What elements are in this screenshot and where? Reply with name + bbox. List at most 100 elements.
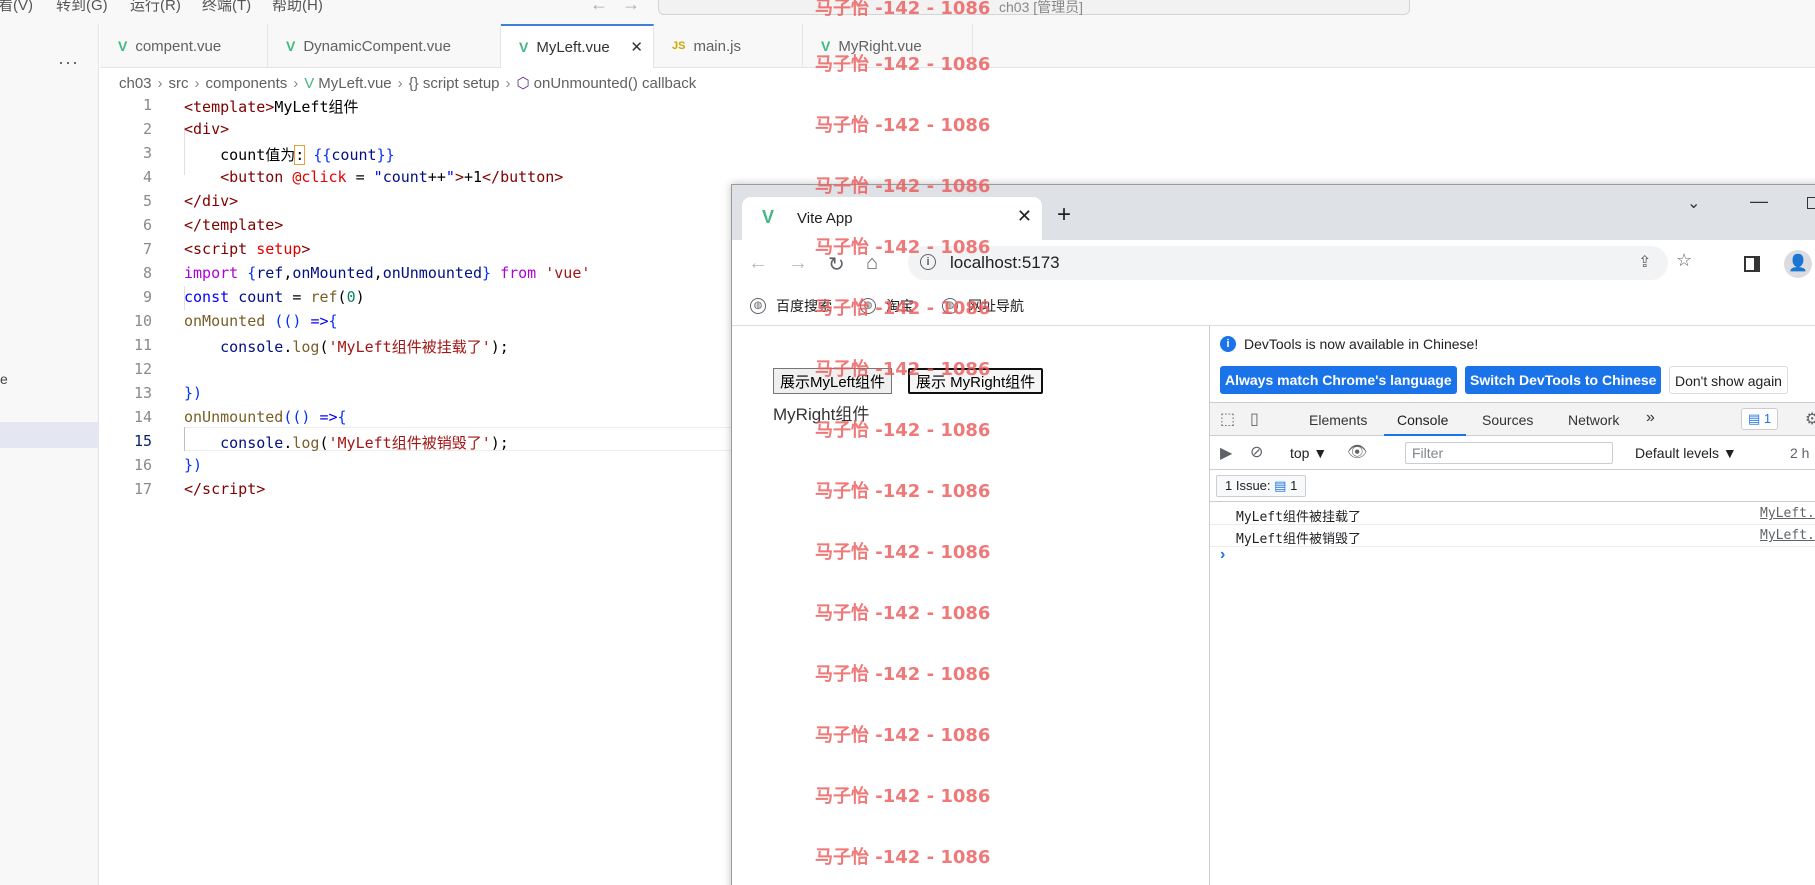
watermark-text: 马子怡 -142 - 1086 bbox=[815, 237, 991, 258]
screen: 看(V) 转到(G) 运行(R) 终端(T) 帮助(H) ← → ch03 [管… bbox=[0, 0, 1815, 885]
code-line: console.log('MyLeft组件被挂载了'); bbox=[220, 338, 509, 356]
watermark-text: 马子怡 -142 - 1086 bbox=[815, 664, 991, 685]
minimize-icon[interactable]: — bbox=[1750, 191, 1768, 212]
profile-avatar-icon[interactable]: 👤 bbox=[1784, 250, 1812, 278]
tab-sources[interactable]: Sources bbox=[1482, 412, 1533, 428]
always-match-language-button[interactable]: Always match Chrome's language bbox=[1220, 366, 1457, 394]
close-tab-icon[interactable]: ✕ bbox=[1017, 206, 1032, 227]
line-number: 17 bbox=[133, 480, 152, 498]
code-line: <button @click = "count++">+1</button> bbox=[220, 168, 564, 186]
tab-search-chevron-icon[interactable]: ⌄ bbox=[1687, 193, 1700, 213]
sidebar-toggle-icon[interactable]: ▶ bbox=[1220, 443, 1232, 463]
vue-icon: V bbox=[519, 39, 529, 55]
maximize-icon[interactable] bbox=[1807, 197, 1815, 209]
menu-view[interactable]: 看(V) bbox=[0, 0, 33, 15]
code-line: count值为: {{count}} bbox=[184, 145, 395, 165]
issues-pill[interactable]: 1 Issue: ▤ 1 bbox=[1216, 475, 1307, 497]
tab-label: main.js bbox=[693, 37, 741, 55]
line-number: 3 bbox=[142, 144, 152, 162]
menu-terminal[interactable]: 终端(T) bbox=[202, 0, 251, 15]
tab-dynamiccompent-vue[interactable]: V DynamicCompent.vue bbox=[268, 24, 501, 68]
breadcrumb-item[interactable]: components bbox=[206, 75, 288, 92]
tab-label: DynamicCompent.vue bbox=[303, 37, 451, 55]
vite-vue-favicon-icon: V bbox=[762, 207, 775, 227]
explorer-sidebar: ··· e bbox=[0, 24, 99, 885]
log-levels-dropdown[interactable]: Default levels ▼ bbox=[1635, 445, 1737, 461]
info-icon: i bbox=[1220, 336, 1236, 352]
code-line: }) bbox=[184, 456, 203, 474]
console-message: MyLeft组件被销毁了 MyLeft. bbox=[1210, 525, 1815, 547]
breadcrumb-item[interactable]: onUnmounted() callback bbox=[534, 75, 697, 92]
line-number: 14 bbox=[133, 408, 152, 426]
browser-tab-title: Vite App bbox=[797, 210, 853, 227]
breadcrumb-item[interactable]: src bbox=[169, 75, 189, 92]
back-arrow-icon[interactable]: ← bbox=[590, 0, 608, 15]
code-line: </div> bbox=[184, 192, 239, 210]
chevron-right-icon: › bbox=[157, 74, 163, 92]
issue-message-icon: ▤ bbox=[1274, 478, 1287, 493]
back-icon[interactable]: ← bbox=[748, 252, 768, 275]
line-number: 1 bbox=[142, 96, 152, 114]
console-message-source-link[interactable]: MyLeft. bbox=[1760, 528, 1815, 543]
inspect-element-icon[interactable]: ⬚ bbox=[1220, 409, 1235, 429]
forward-arrow-icon[interactable]: → bbox=[622, 0, 640, 15]
globe-icon: ◍ bbox=[750, 298, 766, 314]
settings-gear-icon[interactable]: ⚙ bbox=[1805, 409, 1815, 429]
menu-help[interactable]: 帮助(H) bbox=[272, 0, 323, 15]
watermark-text: 马子怡 -142 - 1086 bbox=[815, 603, 991, 624]
watermark-text: 马子怡 -142 - 1086 bbox=[815, 0, 991, 19]
console-filter-input[interactable]: Filter bbox=[1405, 442, 1613, 464]
tab-label: compent.vue bbox=[135, 37, 222, 55]
bookmark-star-icon[interactable]: ☆ bbox=[1676, 250, 1692, 271]
line-number: 16 bbox=[133, 456, 152, 474]
tab-elements[interactable]: Elements bbox=[1309, 412, 1367, 428]
line-number: 2 bbox=[142, 120, 152, 138]
more-actions-icon[interactable]: ··· bbox=[58, 52, 79, 73]
breadcrumb-item[interactable]: ch03 bbox=[119, 75, 152, 92]
devtools-language-infobar: i DevTools is now available in Chinese! bbox=[1220, 336, 1478, 352]
watermark-text: 马子怡 -142 - 1086 bbox=[815, 420, 991, 441]
menu-goto[interactable]: 转到(G) bbox=[56, 0, 108, 15]
watermark-text: 马子怡 -142 - 1086 bbox=[815, 115, 991, 136]
issues-pill-label: 1 Issue: bbox=[1225, 478, 1271, 493]
menu-run[interactable]: 运行(R) bbox=[130, 0, 181, 15]
hidden-count-text: 2 h bbox=[1790, 445, 1810, 461]
console-filter-bar: ▶ ⊘ top ▼ 👁 Filter Default levels ▼ 2 h bbox=[1210, 436, 1815, 470]
breadcrumb-item[interactable]: MyLeft.vue bbox=[318, 75, 391, 92]
new-tab-plus-icon[interactable]: + bbox=[1057, 201, 1071, 229]
close-icon[interactable]: ✕ bbox=[630, 38, 643, 56]
line-number: 9 bbox=[142, 288, 152, 306]
tab-myleft-vue[interactable]: V MyLeft.vue ✕ bbox=[501, 24, 654, 68]
dont-show-again-button[interactable]: Don't show again bbox=[1669, 366, 1788, 394]
watermark-text: 马子怡 -142 - 1086 bbox=[815, 298, 991, 319]
more-tabs-icon[interactable]: » bbox=[1646, 409, 1655, 427]
explorer-selected-item[interactable] bbox=[0, 422, 99, 448]
console-message-source-link[interactable]: MyLeft. bbox=[1760, 506, 1815, 521]
code-line: const count = ref(0) bbox=[184, 288, 365, 306]
share-icon[interactable]: ⇪ bbox=[1638, 252, 1651, 272]
tab-main-js[interactable]: JS main.js bbox=[654, 24, 803, 68]
line-number: 5 bbox=[142, 192, 152, 210]
address-bar[interactable]: i localhost:5173 ⇪ ☆ bbox=[908, 246, 1692, 280]
forward-icon[interactable]: → bbox=[788, 252, 808, 275]
command-center-search[interactable]: ch03 [管理员] bbox=[658, 0, 1410, 15]
tab-compent-vue[interactable]: V compent.vue bbox=[100, 24, 268, 68]
tab-network[interactable]: Network bbox=[1568, 412, 1619, 428]
line-number: 8 bbox=[142, 264, 152, 282]
explorer-partial-label: e bbox=[0, 371, 8, 387]
breadcrumb-item[interactable]: {} script setup bbox=[409, 75, 500, 92]
device-toolbar-icon[interactable]: ▯ bbox=[1250, 409, 1259, 429]
clear-console-icon[interactable]: ⊘ bbox=[1250, 442, 1263, 462]
console-prompt[interactable]: › bbox=[1220, 546, 1225, 564]
context-selector[interactable]: top ▼ bbox=[1290, 445, 1327, 461]
switch-devtools-chinese-button[interactable]: Switch DevTools to Chinese bbox=[1465, 366, 1662, 394]
code-line: onUnmounted(() =>{ bbox=[184, 408, 347, 426]
watermark-text: 马子怡 -142 - 1086 bbox=[815, 786, 991, 807]
vue-icon: V bbox=[304, 74, 315, 92]
line-number: 7 bbox=[142, 240, 152, 258]
issues-badge[interactable]: ▤ 1 bbox=[1741, 408, 1779, 430]
live-expression-eye-icon[interactable]: 👁 bbox=[1347, 442, 1367, 462]
tab-console[interactable]: Console bbox=[1397, 412, 1448, 428]
side-panel-icon[interactable] bbox=[1744, 256, 1760, 272]
